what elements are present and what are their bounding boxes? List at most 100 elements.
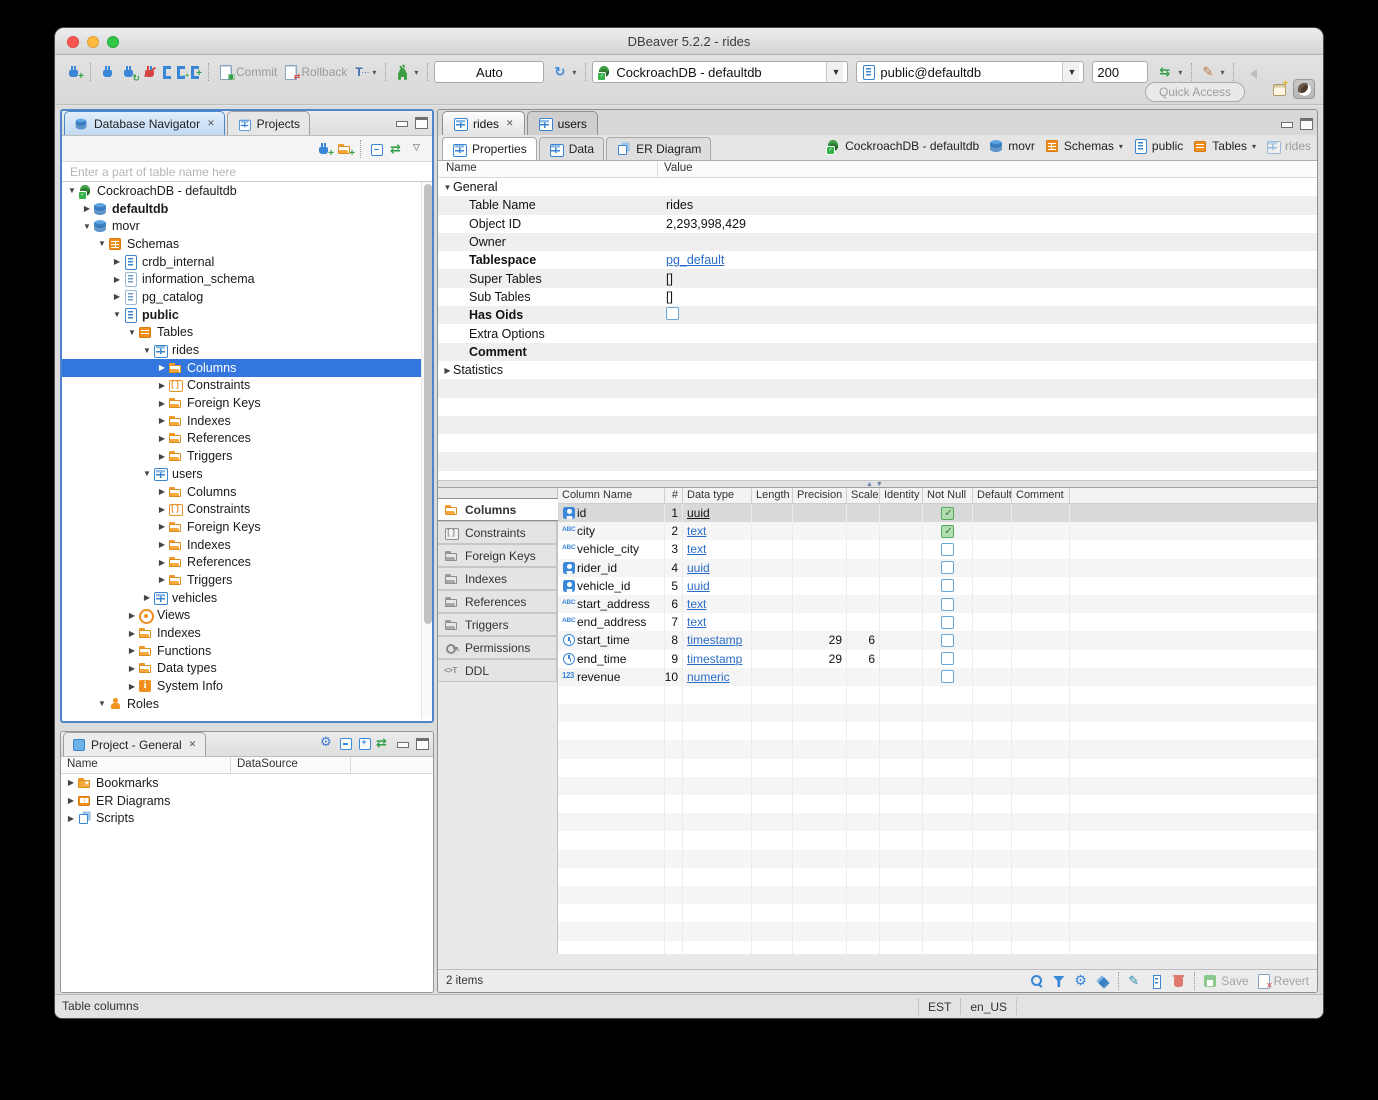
property-row-extra-options[interactable]: Extra Options bbox=[438, 324, 1317, 342]
link-with-editor-icon[interactable] bbox=[376, 736, 391, 750]
tree-item-information-schema[interactable]: ▶information_schema bbox=[62, 270, 432, 288]
sql-editor-button[interactable] bbox=[160, 64, 174, 81]
data-type-link[interactable]: text bbox=[687, 542, 706, 556]
column-row-start_time[interactable]: start_time8timestamp296 bbox=[558, 631, 1317, 649]
tree-item-foreign-keys[interactable]: ▶Foreign Keys bbox=[62, 394, 432, 412]
subtab-er-diagram[interactable]: ER Diagram bbox=[606, 137, 711, 160]
tree-item-schemas[interactable]: ▼Schemas bbox=[62, 235, 432, 253]
property-value-link[interactable]: pg_default bbox=[666, 253, 724, 267]
column-row-end_time[interactable]: end_time9timestamp296 bbox=[558, 650, 1317, 668]
project-item-scripts[interactable]: ▶Scripts bbox=[61, 809, 433, 827]
grid-column-header-column-name[interactable]: Column Name bbox=[558, 488, 665, 503]
breadcrumb-tables[interactable]: Tables▾ bbox=[1193, 139, 1256, 153]
tree-item-public[interactable]: ▼public bbox=[62, 306, 432, 324]
tree-item-views[interactable]: ▶Views bbox=[62, 607, 432, 625]
grid-tab-indexes[interactable]: Indexes bbox=[438, 567, 557, 590]
transaction-mode-button[interactable]: ▾ bbox=[350, 63, 379, 81]
grid-column-header-identity[interactable]: Identity bbox=[880, 488, 923, 503]
project-settings-icon[interactable] bbox=[319, 736, 334, 750]
grid-tab-foreign-keys[interactable]: Foreign Keys bbox=[438, 544, 557, 567]
tree-item-defaultdb[interactable]: ▶defaultdb bbox=[62, 200, 432, 218]
column-row-vehicle_id[interactable]: vehicle_id5uuid bbox=[558, 577, 1317, 595]
open-sql-button[interactable]: ➝ bbox=[174, 64, 188, 81]
subtab-properties[interactable]: Properties bbox=[442, 137, 537, 160]
tree-item-columns[interactable]: ▶Columns bbox=[62, 359, 432, 377]
data-type-link[interactable]: uuid bbox=[687, 506, 710, 520]
column-row-city[interactable]: city2text bbox=[558, 522, 1317, 540]
data-type-link[interactable]: timestamp bbox=[687, 652, 742, 666]
schema-combo[interactable]: public@defaultdb ▼ bbox=[856, 61, 1084, 83]
editor-tab-rides[interactable]: rides✕ bbox=[442, 111, 525, 135]
collapse-all-icon[interactable] bbox=[369, 142, 384, 156]
reconnect-button[interactable]: ↻ bbox=[118, 63, 139, 81]
tree-item-pg-catalog[interactable]: ▶pg_catalog bbox=[62, 288, 432, 306]
property-row-owner[interactable]: Owner bbox=[438, 233, 1317, 251]
maximize-panel-icon[interactable] bbox=[413, 115, 428, 129]
breadcrumb-rides[interactable]: rides bbox=[1266, 139, 1311, 153]
minimize-panel-icon[interactable] bbox=[395, 736, 410, 750]
not-null-checkbox[interactable] bbox=[941, 543, 954, 556]
delete-icon[interactable] bbox=[1171, 974, 1186, 988]
collapse-all-icon[interactable] bbox=[338, 736, 353, 750]
link-with-editor-icon[interactable] bbox=[390, 142, 405, 156]
schema-combo-arrow[interactable]: ▼ bbox=[1062, 62, 1080, 82]
property-row-sub-tables[interactable]: Sub Tables[] bbox=[438, 288, 1317, 306]
column-row-vehicle_city[interactable]: vehicle_city3text bbox=[558, 540, 1317, 558]
dbeaver-perspective-icon[interactable] bbox=[1293, 79, 1315, 99]
grid-tab-references[interactable]: References bbox=[438, 590, 557, 613]
tree-item-functions[interactable]: ▶Functions bbox=[62, 642, 432, 660]
data-type-link[interactable]: text bbox=[687, 524, 706, 538]
grid-column-header-scale[interactable]: Scale bbox=[847, 488, 880, 503]
tree-item-vehicles[interactable]: ▶vehicles bbox=[62, 589, 432, 607]
property-row-super-tables[interactable]: Super Tables[] bbox=[438, 269, 1317, 287]
editor-tab-users[interactable]: users bbox=[527, 111, 598, 135]
not-null-checkbox[interactable] bbox=[941, 579, 954, 592]
close-tab-icon[interactable]: ✕ bbox=[506, 118, 514, 129]
tree-item-indexes[interactable]: ▶Indexes bbox=[62, 624, 432, 642]
property-row-tablespace[interactable]: Tablespacepg_default bbox=[438, 251, 1317, 269]
tree-item-cockroachdb-defaultdb[interactable]: ▼CockroachDB - defaultdb bbox=[62, 182, 432, 200]
commit-button[interactable]: ▣Commit bbox=[215, 63, 280, 81]
grid-column-header-comment[interactable]: Comment bbox=[1012, 488, 1070, 503]
new-folder-icon[interactable]: + bbox=[337, 142, 352, 156]
property-row-has-oids[interactable]: Has Oids bbox=[438, 306, 1317, 324]
tree-item-indexes[interactable]: ▶Indexes bbox=[62, 412, 432, 430]
data-type-link[interactable]: text bbox=[687, 597, 706, 611]
columns-config-icon[interactable] bbox=[1149, 974, 1164, 988]
navigate-back-button[interactable] bbox=[1240, 63, 1261, 81]
property-row-table-name[interactable]: Table Namerides bbox=[438, 196, 1317, 214]
grid-column-header-data-type[interactable]: Data type bbox=[683, 488, 752, 503]
new-connection-icon[interactable]: + bbox=[316, 142, 331, 156]
edit-icon[interactable] bbox=[1127, 974, 1142, 988]
grid-tab-triggers[interactable]: Triggers bbox=[438, 613, 557, 636]
tree-item-triggers[interactable]: ▶Triggers bbox=[62, 447, 432, 465]
property-row-general[interactable]: ▼General bbox=[438, 178, 1317, 196]
column-row-end_address[interactable]: end_address7text bbox=[558, 613, 1317, 631]
maximize-editor-icon[interactable] bbox=[1298, 116, 1313, 130]
sql-generator-button[interactable]: ▾ bbox=[1156, 63, 1185, 81]
settings-icon[interactable] bbox=[1073, 974, 1088, 988]
project-item-bookmarks[interactable]: ▶Bookmarks bbox=[61, 774, 433, 792]
tree-item-constraints[interactable]: ▶Constraints bbox=[62, 377, 432, 395]
not-null-checkbox[interactable] bbox=[941, 598, 954, 611]
tree-item-foreign-keys[interactable]: ▶Foreign Keys bbox=[62, 518, 432, 536]
tree-item-system-info[interactable]: ▶System Info bbox=[62, 677, 432, 695]
tab-database-navigator[interactable]: Database Navigator ✕ bbox=[64, 111, 225, 135]
property-row-statistics[interactable]: ▶Statistics bbox=[438, 361, 1317, 379]
tree-item-triggers[interactable]: ▶Triggers bbox=[62, 571, 432, 589]
column-row-id[interactable]: id1uuid bbox=[558, 504, 1317, 522]
revert-button[interactable]: Revert bbox=[1256, 974, 1309, 988]
grid-column-header-length[interactable]: Length bbox=[752, 488, 793, 503]
minimize-panel-icon[interactable] bbox=[394, 115, 409, 129]
scrollbar-thumb[interactable] bbox=[424, 184, 432, 624]
debug-button[interactable]: ▾ bbox=[392, 63, 421, 81]
table-filter-input[interactable] bbox=[62, 162, 432, 182]
tree-item-movr[interactable]: ▼movr bbox=[62, 217, 432, 235]
column-row-rider_id[interactable]: rider_id4uuid bbox=[558, 559, 1317, 577]
tree-item-references[interactable]: ▶References bbox=[62, 430, 432, 448]
view-menu-icon[interactable] bbox=[411, 142, 426, 156]
not-null-checkbox[interactable] bbox=[941, 652, 954, 665]
breadcrumb-movr[interactable]: movr bbox=[989, 139, 1035, 153]
grid-tab-ddl[interactable]: DDL bbox=[438, 659, 557, 682]
not-null-checkbox[interactable] bbox=[941, 507, 954, 520]
